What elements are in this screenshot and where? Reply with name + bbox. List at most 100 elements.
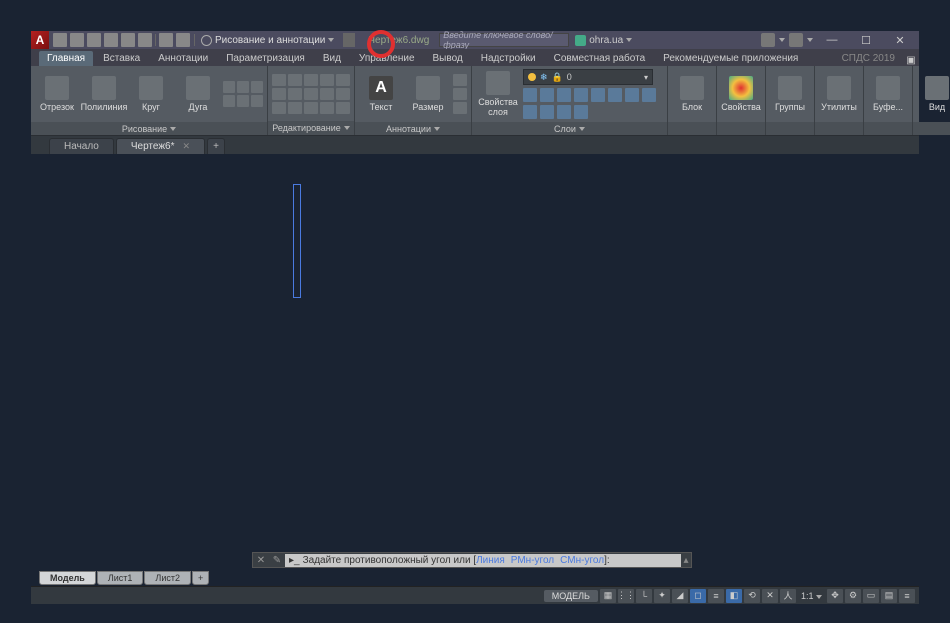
status-dynucs-icon[interactable]: 人 — [780, 589, 796, 603]
app-logo[interactable]: A — [31, 31, 49, 49]
status-workspace-icon[interactable]: ⚙ — [845, 589, 861, 603]
ribbon-tab-insert[interactable]: Вставка — [95, 51, 148, 66]
status-model-button[interactable]: МОДЕЛЬ — [544, 590, 598, 602]
layer-selector[interactable]: ❄ 🔒 0 ▾ — [523, 69, 653, 85]
qat-plot-icon[interactable] — [121, 33, 135, 47]
qat-save-icon[interactable] — [87, 33, 101, 47]
chevron-down-icon — [779, 38, 785, 42]
line-button[interactable]: Отрезок — [35, 68, 79, 120]
status-grid-icon[interactable]: ▦ — [600, 589, 616, 603]
ribbon-tab-parametric[interactable]: Параметризация — [218, 51, 313, 66]
exchange-icon[interactable] — [761, 33, 775, 47]
close-button[interactable]: ✕ — [885, 31, 915, 49]
ribbon-tab-addins[interactable]: Надстройки — [473, 51, 544, 66]
status-snap-icon[interactable]: ⋮⋮ — [618, 589, 634, 603]
panel-annotation-title[interactable]: Аннотации — [355, 122, 471, 135]
cmd-option-line[interactable]: Линия — [476, 555, 505, 566]
panel-properties: Свойства — [717, 66, 766, 135]
minimize-button[interactable]: — — [817, 31, 847, 49]
layer-properties-button[interactable]: Свойства слоя — [476, 68, 520, 120]
chevron-down-icon — [626, 38, 632, 42]
cmd-option-rmangle[interactable]: РМн-угол — [511, 555, 554, 566]
polyline-button[interactable]: Полилиния — [82, 68, 126, 120]
ribbon-tab-spds[interactable]: СПДС 2019 — [834, 51, 901, 66]
clipboard-button[interactable]: Буфе... — [868, 68, 908, 120]
qat-redo-icon[interactable] — [176, 33, 190, 47]
groups-button[interactable]: Группы — [770, 68, 810, 120]
block-button[interactable]: Блок — [672, 68, 712, 120]
ribbon-tab-output[interactable]: Вывод — [425, 51, 471, 66]
status-scale[interactable]: 1:1 — [798, 591, 825, 601]
status-3dosnap-icon[interactable]: ✕ — [762, 589, 778, 603]
qat-saveas-icon[interactable] — [104, 33, 118, 47]
help-icon[interactable] — [789, 33, 803, 47]
cmd-option-cmangle[interactable]: СМн-угол — [560, 555, 604, 566]
drawing-canvas[interactable]: ✕ ✎ ▸_ Задайте противоположный угол или … — [31, 154, 919, 586]
qat-open-icon[interactable] — [70, 33, 84, 47]
command-text[interactable]: ▸_ Задайте противоположный угол или [ Ли… — [285, 554, 681, 567]
status-isodraft-icon[interactable]: ◢ — [672, 589, 688, 603]
maximize-button[interactable]: ☐ — [851, 31, 881, 49]
layer-tool-icons[interactable] — [523, 88, 663, 119]
properties-button[interactable]: Свойства — [721, 68, 761, 120]
cmdline-customize-icon[interactable]: ✎ — [269, 555, 285, 566]
status-cycling-icon[interactable]: ⟲ — [744, 589, 760, 603]
layout-tab-sheet2[interactable]: Лист2 — [144, 571, 191, 585]
status-ortho-icon[interactable]: └ — [636, 589, 652, 603]
status-transparency-icon[interactable]: ◧ — [726, 589, 742, 603]
cmdline-close-icon[interactable]: ✕ — [253, 555, 269, 566]
draw-more-icons[interactable] — [223, 81, 263, 107]
panel-layers-title[interactable]: Слои — [472, 122, 667, 135]
workspace-switcher[interactable]: Рисование и аннотации — [195, 35, 340, 46]
qat-new-icon[interactable] — [53, 33, 67, 47]
ribbon-tab-annotations[interactable]: Аннотации — [150, 51, 216, 66]
command-line[interactable]: ✕ ✎ ▸_ Задайте противоположный угол или … — [252, 552, 692, 568]
panel-draw-title[interactable]: Рисование — [31, 122, 267, 135]
search-input[interactable]: Введите ключевое слово/фразу — [439, 33, 569, 47]
ribbon-tab-manage[interactable]: Управление — [351, 51, 423, 66]
dimension-button[interactable]: Размер — [406, 68, 450, 120]
status-lineweight-icon[interactable]: ≡ — [708, 589, 724, 603]
status-osnap-icon[interactable]: ◻ — [690, 589, 706, 603]
user-icon — [575, 35, 586, 46]
close-icon[interactable]: ✕ — [182, 141, 190, 152]
doc-tab-active[interactable]: Чертеж6*✕ — [116, 138, 205, 154]
chevron-down-icon — [434, 127, 440, 131]
modify-icons[interactable] — [272, 74, 350, 114]
layout-tab-model[interactable]: Модель — [39, 571, 96, 585]
status-customize-icon[interactable]: ≡ — [899, 589, 915, 603]
anno-more-icons[interactable] — [453, 74, 467, 114]
cmdline-expand-icon[interactable]: ▴ — [681, 555, 691, 566]
text-button[interactable]: AТекст — [359, 68, 403, 120]
doc-tab-start[interactable]: Начало — [49, 138, 114, 154]
utilities-button[interactable]: Утилиты — [819, 68, 859, 120]
block-icon — [680, 76, 704, 100]
status-monitor-icon[interactable]: ▭ — [863, 589, 879, 603]
qat-undo-icon[interactable] — [159, 33, 173, 47]
circle-button[interactable]: Круг — [129, 68, 173, 120]
status-annoscale-icon[interactable]: ✥ — [827, 589, 843, 603]
view-button[interactable]: Вид — [917, 68, 950, 120]
ribbon-tab-collab[interactable]: Совместная работа — [546, 51, 654, 66]
dimension-icon — [416, 76, 440, 100]
layout-tab-sheet1[interactable]: Лист1 — [97, 571, 144, 585]
panel-utilities-title — [815, 122, 863, 135]
doc-tab-new[interactable]: + — [207, 138, 225, 154]
ribbon-minimize-button[interactable]: ▣ — [903, 55, 919, 66]
status-cleanscreen-icon[interactable]: ▤ — [881, 589, 897, 603]
qat-mobile-icon[interactable] — [138, 33, 152, 47]
ribbon-tab-strip: Главная Вставка Аннотации Параметризация… — [31, 49, 919, 66]
user-account[interactable]: ohra.ua — [569, 35, 638, 46]
layout-tab-add[interactable]: + — [192, 571, 209, 585]
ribbon-tab-view[interactable]: Вид — [315, 51, 349, 66]
qat-customize-dropdown[interactable] — [343, 33, 355, 47]
drawn-rectangle-object[interactable] — [293, 184, 301, 298]
ribbon-tab-featured[interactable]: Рекомендуемые приложения — [655, 51, 806, 66]
polyline-icon — [92, 76, 116, 100]
layer-current-name: 0 — [567, 72, 572, 82]
arc-button[interactable]: Дуга — [176, 68, 220, 120]
panel-modify-title[interactable]: Редактирование — [268, 121, 354, 135]
qat-separator — [155, 34, 156, 46]
status-polar-icon[interactable]: ✦ — [654, 589, 670, 603]
ribbon-tab-home[interactable]: Главная — [39, 51, 93, 66]
